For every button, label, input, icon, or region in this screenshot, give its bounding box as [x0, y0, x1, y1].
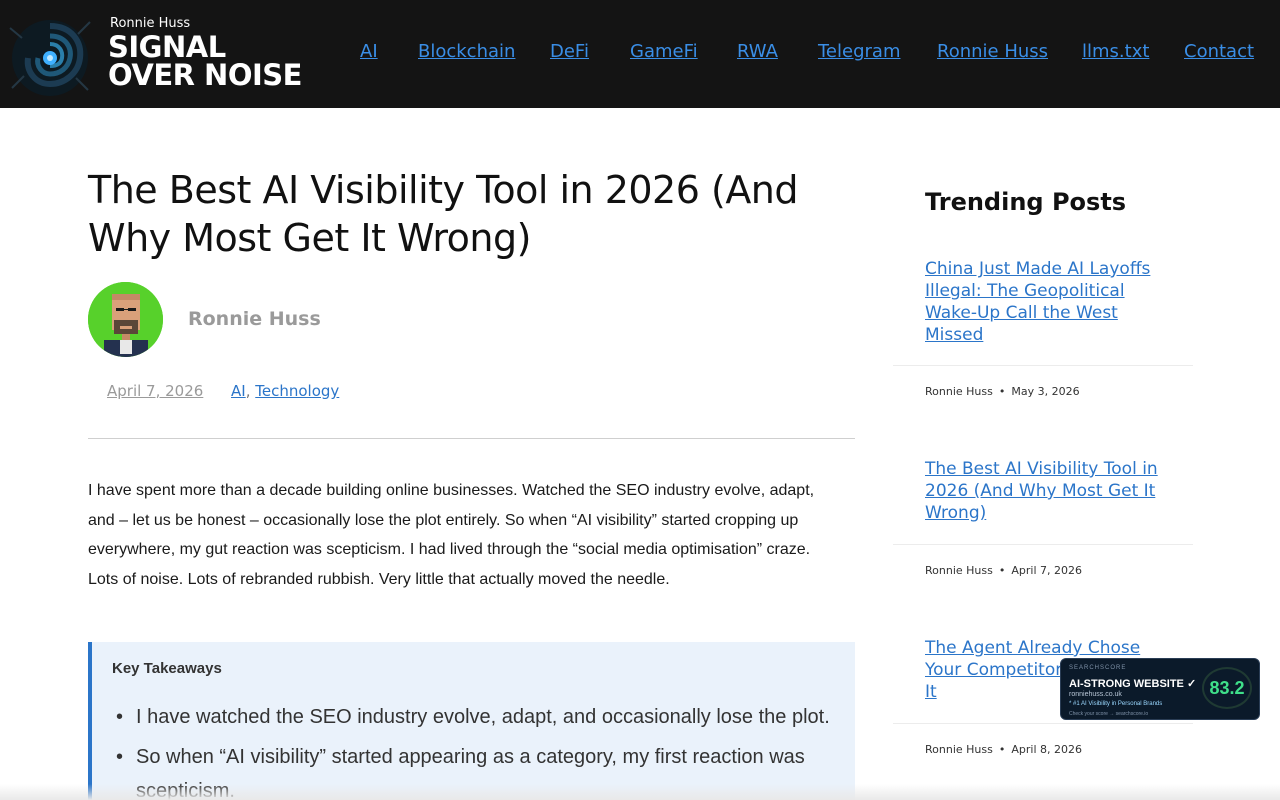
category-link-ai[interactable]: AI — [231, 382, 246, 400]
post-divider — [893, 544, 1193, 545]
post-date: May 3, 2026 — [1011, 385, 1080, 398]
post-date: April 8, 2026 — [1011, 743, 1082, 756]
post-date: April 7, 2026 — [1011, 564, 1082, 577]
trending-post-link[interactable]: The Best AI Visibility Tool in 2026 (And… — [925, 458, 1165, 524]
takeaways-heading: Key Takeaways — [112, 660, 222, 677]
badge-brand: SEARCHSCORE — [1069, 665, 1127, 671]
list-item: I have watched the SEO industry evolve, … — [116, 700, 836, 734]
nav-link-rwa[interactable]: RWA — [737, 41, 778, 62]
nav-link-telegram[interactable]: Telegram — [818, 41, 900, 62]
post-author[interactable]: Ronnie Huss — [925, 743, 993, 756]
nav-link-ronnie-huss[interactable]: Ronnie Huss — [937, 41, 1048, 62]
article-intro: I have spent more than a decade building… — [88, 482, 815, 588]
post-divider — [893, 365, 1193, 366]
site-header: Ronnie Huss SIGNAL OVER NOISE AI Blockch… — [0, 0, 1280, 108]
badge-score: 83.2 — [1202, 667, 1252, 709]
trending-post-meta: Ronnie Huss • April 8, 2026 — [925, 743, 1082, 756]
badge-check: Check your score → searchscore.io — [1069, 711, 1149, 717]
post-author[interactable]: Ronnie Huss — [925, 385, 993, 398]
post-date[interactable]: April 7, 2026 — [107, 382, 203, 400]
brand-title-line2[interactable]: OVER NOISE — [108, 61, 302, 90]
post-author[interactable]: Ronnie Huss — [925, 564, 993, 577]
meta-dot: • — [998, 743, 1006, 756]
author-name[interactable]: Ronnie Huss — [188, 308, 321, 330]
meta-dot: • — [998, 385, 1006, 398]
brand-author[interactable]: Ronnie Huss — [110, 16, 190, 31]
key-takeaways-box: Key Takeaways I have watched the SEO ind… — [88, 642, 855, 800]
main-nav: AI Blockchain DeFi GameFi RWA Telegram R… — [0, 41, 1280, 65]
nav-link-ai[interactable]: AI — [360, 41, 378, 62]
nav-link-gamefi[interactable]: GameFi — [630, 41, 698, 62]
article-title: The Best AI Visibility Tool in 2026 (And… — [88, 168, 799, 260]
badge-rank: * #1 AI Visibility in Personal Brands — [1069, 701, 1163, 707]
pixel-portrait-icon — [88, 282, 163, 357]
category-link-technology[interactable]: Technology — [255, 382, 339, 400]
category-separator: , — [245, 382, 251, 400]
badge-headline: AI-STRONG WEBSITE ✓ — [1069, 678, 1197, 690]
trending-post-link[interactable]: China Just Made AI Layoffs Illegal: The … — [925, 258, 1165, 346]
trending-post-meta: Ronnie Huss • April 7, 2026 — [925, 564, 1082, 577]
nav-link-llms-txt[interactable]: llms.txt — [1082, 41, 1149, 62]
nav-link-contact[interactable]: Contact — [1184, 41, 1254, 62]
badge-domain: ronniehuss.co.uk — [1069, 691, 1122, 698]
sidebar-title: Trending Posts — [925, 188, 1127, 216]
author-avatar[interactable] — [88, 282, 163, 357]
meta-divider — [88, 438, 855, 439]
meta-dot: • — [998, 564, 1006, 577]
bottom-fade — [0, 784, 1280, 800]
trending-post-meta: Ronnie Huss • May 3, 2026 — [925, 385, 1080, 398]
post-categories: AI, Technology — [231, 382, 339, 400]
nav-link-defi[interactable]: DeFi — [550, 41, 589, 62]
nav-link-blockchain[interactable]: Blockchain — [418, 41, 515, 62]
post-divider — [893, 723, 1193, 724]
